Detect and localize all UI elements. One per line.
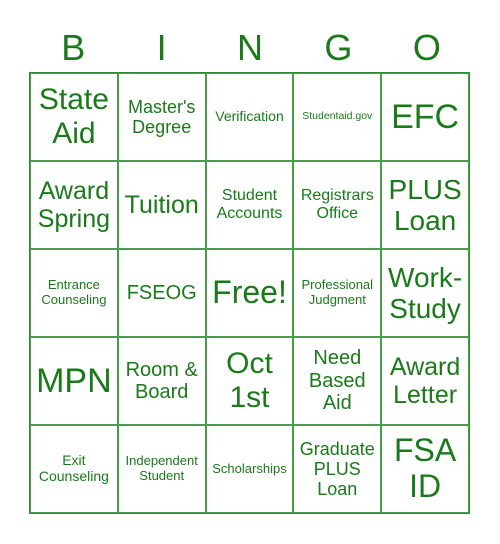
- bingo-cell[interactable]: Scholarships: [205, 425, 294, 513]
- bingo-cell[interactable]: FSEOG: [117, 249, 206, 337]
- bingo-cell[interactable]: Registrars Office: [293, 161, 382, 249]
- bingo-cell[interactable]: FSA ID: [381, 425, 469, 513]
- header-letter-n: N: [237, 27, 264, 68]
- bingo-cell[interactable]: Award Spring: [30, 161, 118, 249]
- bingo-cell[interactable]: Independent Student: [117, 425, 206, 513]
- bingo-cell[interactable]: Student Accounts: [205, 161, 294, 249]
- bingo-cell[interactable]: Professional Judgment: [293, 249, 382, 337]
- bingo-cell[interactable]: Tuition: [117, 161, 206, 249]
- bingo-cell[interactable]: MPN: [30, 337, 118, 425]
- bingo-cell[interactable]: Verification: [205, 73, 294, 161]
- bingo-cell[interactable]: Room & Board: [117, 337, 206, 425]
- header-letter-o: O: [412, 27, 441, 68]
- bingo-cell[interactable]: Entrance Counseling: [30, 249, 118, 337]
- bingo-cell[interactable]: Need Based Aid: [293, 337, 382, 425]
- bingo-cell[interactable]: Award Letter: [381, 337, 469, 425]
- header-letter-b: B: [61, 27, 86, 68]
- bingo-cell[interactable]: State Aid: [30, 73, 118, 161]
- bingo-card: State Aid Master's Degree Verification S…: [29, 72, 470, 514]
- bingo-cell[interactable]: Work-Study: [381, 249, 469, 337]
- bingo-cell[interactable]: Studentaid.gov: [293, 73, 382, 161]
- bingo-cell[interactable]: Oct 1st: [205, 337, 294, 425]
- bingo-cell[interactable]: Exit Counseling: [30, 425, 118, 513]
- header-letter-i: I: [156, 27, 167, 68]
- bingo-cell[interactable]: EFC: [381, 73, 469, 161]
- bingo-cell[interactable]: PLUS Loan: [381, 161, 469, 249]
- header-letter-g: G: [324, 27, 353, 68]
- bingo-header: B I N G O: [29, 24, 471, 72]
- free-space-cell[interactable]: Free!: [205, 249, 294, 337]
- bingo-cell[interactable]: Graduate PLUS Loan: [293, 425, 382, 513]
- bingo-cell[interactable]: Master's Degree: [117, 73, 206, 161]
